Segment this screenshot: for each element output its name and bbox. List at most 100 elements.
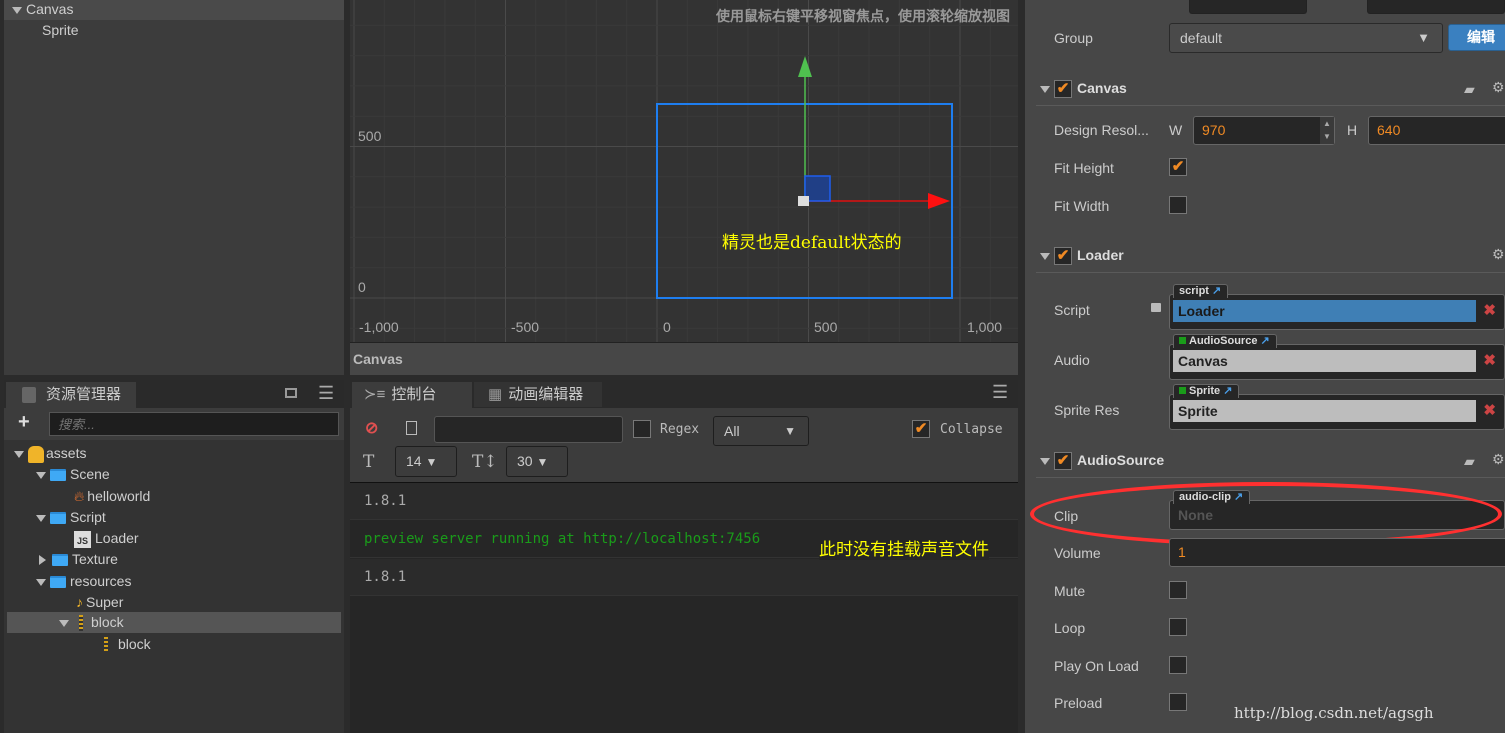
console-icon: ≻≡ — [364, 386, 386, 403]
log-list: 1.8.1 preview server running at http://l… — [350, 482, 1018, 733]
sprite-res-label: Sprite Res — [1054, 402, 1120, 418]
open-link-icon: ↗ — [1212, 285, 1222, 297]
fit-height-label: Fit Height — [1054, 160, 1114, 176]
hierarchy-item-canvas[interactable]: Canvas — [4, 0, 344, 20]
line-height-select[interactable]: 30 ▼ — [506, 446, 568, 477]
tab-animation-editor[interactable]: ▦ 动画编辑器 — [474, 382, 602, 407]
component-icon — [1179, 387, 1186, 394]
log-file-icon[interactable] — [406, 421, 417, 435]
scene-grid — [350, 0, 1018, 342]
assets-panel: 资源管理器 ☰ + assets Scene 🔥︎helloworld Scri… — [4, 380, 344, 733]
preload-checkbox[interactable] — [1169, 693, 1187, 711]
x-tick: 1,000 — [967, 319, 1003, 335]
y-tick: 0 — [358, 279, 366, 295]
tree-block[interactable]: block — [104, 634, 151, 655]
x-tick: -500 — [511, 319, 540, 335]
open-link-icon: ↗ — [1260, 335, 1270, 347]
play-on-load-checkbox[interactable] — [1169, 656, 1187, 674]
group-select[interactable]: default ▼ — [1169, 23, 1443, 53]
tree-scene[interactable]: Scene — [36, 464, 110, 485]
audiosource-component-header[interactable]: ✔ AudioSource ▰ ⚙ — [1036, 446, 1505, 478]
loader-enabled-checkbox[interactable]: ✔ — [1054, 247, 1072, 265]
clear-icon[interactable]: ⊘ — [365, 418, 378, 438]
tree-resources[interactable]: resources — [36, 571, 131, 592]
watermark: http://blog.csdn.net/agsgh — [1234, 704, 1434, 722]
help-book-icon[interactable]: ▰ — [1464, 81, 1475, 98]
loop-checkbox[interactable] — [1169, 618, 1187, 636]
folder-icon — [50, 576, 66, 589]
menu-icon[interactable]: ☰ — [992, 382, 1008, 403]
edit-group-button[interactable]: 编辑 — [1448, 24, 1505, 51]
log-row[interactable]: 1.8.1 — [350, 559, 1018, 596]
fit-width-checkbox[interactable] — [1169, 196, 1187, 214]
canvas-component-header[interactable]: ✔ Canvas ▰ ⚙ — [1036, 74, 1505, 106]
atlas-icon — [104, 637, 108, 654]
sprite-res-field[interactable]: Sprite ↗ Sprite ✖ — [1169, 384, 1505, 430]
design-resolution-label: Design Resol... — [1054, 122, 1149, 138]
fit-width-label: Fit Width — [1054, 198, 1110, 214]
y-arrow-icon — [798, 56, 812, 77]
volume-input[interactable]: 1 — [1169, 538, 1505, 567]
assets-db-icon — [28, 445, 44, 463]
audio-note-icon: ♪ — [76, 594, 83, 610]
width-input[interactable]: 970 ▲ ▼ — [1193, 116, 1335, 145]
mute-checkbox[interactable] — [1169, 581, 1187, 599]
tree-super[interactable]: ♪ Super — [76, 592, 123, 613]
height-input[interactable]: 640 — [1368, 116, 1505, 145]
audio-label: Audio — [1054, 352, 1090, 368]
expand-icon[interactable] — [12, 6, 22, 14]
canvas-enabled-checkbox[interactable]: ✔ — [1054, 80, 1072, 98]
tab-console[interactable]: ≻≡ 控制台 — [352, 382, 472, 409]
tree-script[interactable]: Script — [36, 507, 106, 528]
font-size-select[interactable]: 14 ▼ — [395, 446, 457, 477]
chevron-down-icon: ▼ — [784, 424, 796, 438]
folder-icon — [50, 469, 66, 482]
scene-view[interactable]: 使用鼠标右键平移视窗焦点，使用滚轮缩放视图 500 0 -1,000 -500 … — [350, 0, 1018, 342]
gear-icon[interactable]: ⚙ — [1492, 79, 1505, 96]
log-row[interactable]: 1.8.1 — [350, 483, 1018, 520]
mute-label: Mute — [1054, 583, 1086, 599]
level-filter-select[interactable]: All ▼ — [713, 416, 809, 446]
script-label: Script — [1054, 302, 1090, 318]
tree-loader[interactable]: JS Loader — [74, 528, 139, 549]
script-field[interactable]: script ↗ Loader ✖ — [1169, 284, 1505, 330]
help-book-icon[interactable]: ▰ — [1464, 453, 1475, 470]
remove-icon[interactable]: ✖ — [1483, 351, 1496, 369]
tree-block-selected[interactable]: block — [7, 612, 341, 633]
tree-assets[interactable]: assets — [14, 443, 86, 464]
regex-checkbox[interactable] — [633, 420, 651, 438]
search-input[interactable] — [49, 412, 339, 436]
filter-input[interactable] — [434, 416, 623, 443]
remove-icon[interactable]: ✖ — [1483, 401, 1496, 419]
highlight-circle — [1030, 482, 1502, 546]
hierarchy-item-sprite[interactable]: Sprite — [42, 20, 79, 41]
preload-label: Preload — [1054, 695, 1103, 711]
audio-field[interactable]: AudioSource ↗ Canvas ✖ — [1169, 334, 1505, 380]
menu-icon[interactable]: ☰ — [318, 383, 334, 404]
loader-component-header[interactable]: ✔ Loader ⚙ — [1036, 241, 1505, 273]
tree-helloworld[interactable]: 🔥︎ helloworld — [74, 486, 150, 507]
height-label: H — [1347, 122, 1358, 138]
audiosource-enabled-checkbox[interactable]: ✔ — [1054, 452, 1072, 470]
collapse-checkbox[interactable]: ✔ — [912, 420, 930, 438]
folder-icon — [52, 554, 68, 567]
open-link-icon: ↗ — [1223, 385, 1233, 397]
scene-fire-icon: 🔥︎ — [74, 488, 85, 504]
scene-footer: Canvas — [350, 342, 1018, 375]
anchor-icon — [798, 196, 809, 206]
x-tick: 0 — [663, 319, 671, 335]
fit-height-checkbox[interactable]: ✔ — [1169, 158, 1187, 176]
gear-icon[interactable]: ⚙ — [1492, 246, 1505, 263]
stepper: ▲ ▼ — [1320, 117, 1334, 144]
popout-icon[interactable] — [285, 388, 297, 398]
scene-annotation: 精灵也是default状态的 — [722, 233, 902, 253]
component-icon — [1179, 337, 1186, 344]
regex-label: Regex — [660, 422, 700, 437]
width-label: W — [1169, 122, 1183, 138]
remove-icon[interactable]: ✖ — [1483, 301, 1496, 319]
file-icon — [22, 387, 36, 403]
tree-texture[interactable]: Texture — [39, 549, 118, 570]
gear-icon[interactable]: ⚙ — [1492, 451, 1505, 468]
add-button[interactable]: + — [18, 411, 30, 434]
scene-hint: 使用鼠标右键平移视窗焦点，使用滚轮缩放视图 — [716, 8, 1010, 24]
